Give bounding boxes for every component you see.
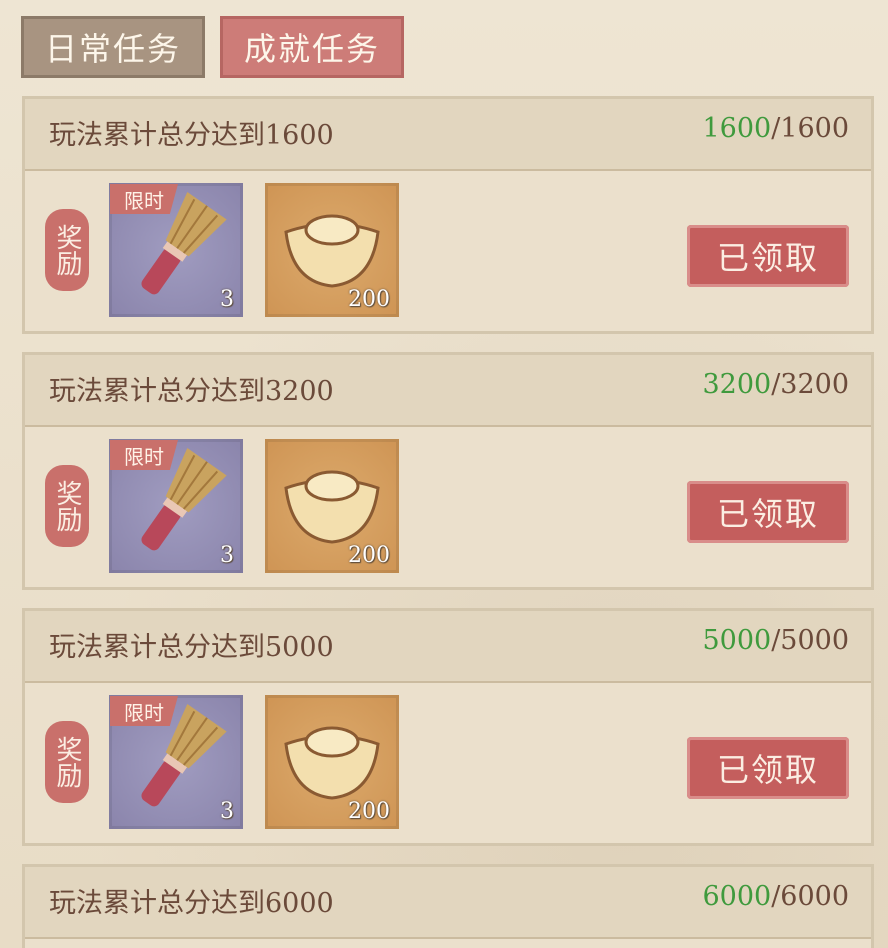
task-rewards: 奖励 限时 3 200 已领取 xyxy=(25,171,871,331)
progress-current: 6000 xyxy=(702,881,772,912)
limited-time-badge: 限时 xyxy=(110,440,178,470)
tab-daily-tasks[interactable]: 日常任务 xyxy=(21,16,205,78)
reward-label: 奖励 xyxy=(45,721,89,803)
progress-total: /5000 xyxy=(771,625,849,656)
task-header: 玩法累计总分达到5000 5000/5000 xyxy=(25,611,871,683)
reward-item-brush[interactable]: 限时 3 xyxy=(109,439,243,573)
task-header: 玩法累计总分达到1600 1600/1600 xyxy=(25,99,871,171)
task-card: 玩法累计总分达到5000 5000/5000 奖励 限时 3 200 已领取 xyxy=(22,608,874,846)
task-title: 玩法累计总分达到5000 xyxy=(49,632,334,663)
task-header: 玩法累计总分达到6000 6000/6000 xyxy=(25,867,871,939)
item-quantity: 200 xyxy=(348,799,390,824)
task-title: 玩法累计总分达到1600 xyxy=(49,120,334,151)
task-progress: 1600/1600 xyxy=(702,113,849,144)
task-rewards: 奖励 限时 3 200 已领取 xyxy=(25,427,871,587)
task-progress: 6000/6000 xyxy=(702,881,849,912)
item-quantity: 3 xyxy=(220,287,234,312)
item-quantity: 3 xyxy=(220,543,234,568)
reward-item-gold-ingot[interactable]: 200 xyxy=(265,695,399,829)
progress-total: /3200 xyxy=(771,369,849,400)
task-title: 玩法累计总分达到6000 xyxy=(49,888,334,919)
progress-total: /6000 xyxy=(771,881,849,912)
item-quantity: 200 xyxy=(348,543,390,568)
reward-item-gold-ingot[interactable]: 200 xyxy=(265,439,399,573)
task-title: 玩法累计总分达到3200 xyxy=(49,376,334,407)
limited-time-badge: 限时 xyxy=(110,696,178,726)
reward-item-brush[interactable]: 限时 3 xyxy=(109,695,243,829)
limited-time-badge: 限时 xyxy=(110,184,178,214)
progress-total: /1600 xyxy=(771,113,849,144)
task-card: 玩法累计总分达到6000 6000/6000 xyxy=(22,864,874,948)
claimed-button[interactable]: 已领取 xyxy=(687,481,849,543)
progress-current: 5000 xyxy=(702,625,772,656)
task-progress: 3200/3200 xyxy=(702,369,849,400)
task-progress: 5000/5000 xyxy=(702,625,849,656)
tab-achievement-tasks[interactable]: 成就任务 xyxy=(220,16,404,78)
reward-label: 奖励 xyxy=(45,465,89,547)
item-quantity: 200 xyxy=(348,287,390,312)
task-card: 玩法累计总分达到3200 3200/3200 奖励 限时 3 200 已领取 xyxy=(22,352,874,590)
task-header: 玩法累计总分达到3200 3200/3200 xyxy=(25,355,871,427)
progress-current: 1600 xyxy=(702,113,772,144)
reward-label: 奖励 xyxy=(45,209,89,291)
reward-item-gold-ingot[interactable]: 200 xyxy=(265,183,399,317)
reward-item-brush[interactable]: 限时 3 xyxy=(109,183,243,317)
progress-current: 3200 xyxy=(702,369,772,400)
claimed-button[interactable]: 已领取 xyxy=(687,225,849,287)
claimed-button[interactable]: 已领取 xyxy=(687,737,849,799)
task-rewards: 奖励 限时 3 200 已领取 xyxy=(25,683,871,843)
item-quantity: 3 xyxy=(220,799,234,824)
task-card: 玩法累计总分达到1600 1600/1600 奖励 限时 3 200 已领取 xyxy=(22,96,874,334)
